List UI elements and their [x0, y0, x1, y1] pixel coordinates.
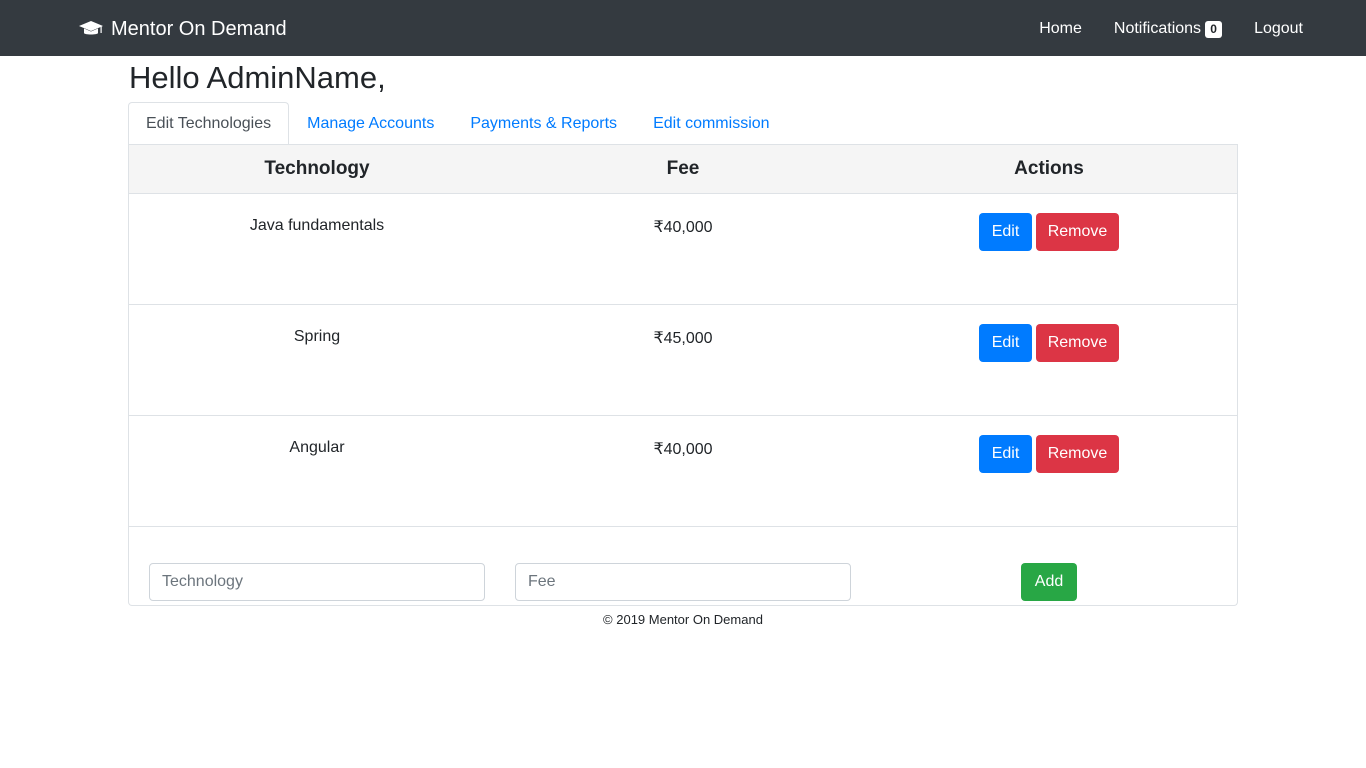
fee-cell: ₹40,000: [653, 441, 713, 458]
page-greeting: Hello AdminName,: [129, 60, 386, 95]
nav-notifications-link[interactable]: Notifications 0: [1113, 20, 1223, 38]
tab-manage-accounts[interactable]: Manage Accounts: [289, 102, 452, 144]
table-header: Technology Fee Actions: [129, 144, 1237, 194]
nav-logout-link[interactable]: Logout: [1254, 20, 1303, 38]
notifications-count-badge: 0: [1205, 20, 1223, 38]
tab-edit-commission[interactable]: Edit commission: [635, 102, 787, 144]
edit-button[interactable]: Edit: [979, 213, 1032, 251]
add-technology-row: Add: [129, 527, 1237, 605]
brand-link[interactable]: Mentor On Demand: [79, 16, 287, 42]
add-button[interactable]: Add: [1021, 563, 1077, 601]
column-header-actions: Actions: [1014, 158, 1084, 179]
actions-cell: Edit Remove: [861, 305, 1237, 415]
brand-name: Mentor On Demand: [111, 17, 287, 40]
fee-cell: ₹40,000: [653, 219, 713, 236]
remove-button[interactable]: Remove: [1036, 213, 1119, 251]
column-header-fee: Fee: [666, 158, 700, 179]
table-row: Java fundamentals ₹40,000 Edit Remove: [129, 194, 1237, 305]
nav-home-link[interactable]: Home: [1039, 20, 1082, 38]
tab-edit-technologies[interactable]: Edit Technologies: [128, 102, 290, 145]
nav-links: Home Notifications 0 Logout: [1039, 17, 1303, 41]
technologies-table: Technology Fee Actions Java fundamentals…: [128, 144, 1238, 606]
remove-button[interactable]: Remove: [1036, 435, 1119, 473]
fee-cell: ₹45,000: [653, 330, 713, 347]
technology-input-cell: [129, 563, 505, 601]
edit-button[interactable]: Edit: [979, 324, 1032, 362]
fee-input[interactable]: [515, 563, 851, 601]
notifications-label: Notifications: [1113, 20, 1202, 37]
admin-tabs: Edit Technologies Manage Accounts Paymen…: [128, 102, 1238, 145]
actions-cell: Edit Remove: [861, 416, 1237, 526]
column-header-technology: Technology: [264, 158, 370, 179]
table-row: Angular ₹40,000 Edit Remove: [129, 416, 1237, 527]
actions-cell: Edit Remove: [861, 194, 1237, 304]
technology-cell: Angular: [289, 439, 345, 456]
edit-button[interactable]: Edit: [979, 435, 1032, 473]
graduation-cap-icon: [79, 20, 103, 38]
technology-cell: Java fundamentals: [249, 217, 385, 234]
table-row: Spring ₹45,000 Edit Remove: [129, 305, 1237, 416]
tab-payments-reports[interactable]: Payments & Reports: [452, 102, 635, 144]
technology-input[interactable]: [149, 563, 485, 601]
footer-copyright: © 2019 Mentor On Demand: [603, 612, 763, 627]
technology-cell: Spring: [293, 328, 341, 345]
top-navbar: Mentor On Demand Home Notifications 0 Lo…: [0, 0, 1366, 56]
fee-input-cell: [505, 563, 861, 601]
add-button-cell: Add: [861, 563, 1237, 601]
remove-button[interactable]: Remove: [1036, 324, 1119, 362]
